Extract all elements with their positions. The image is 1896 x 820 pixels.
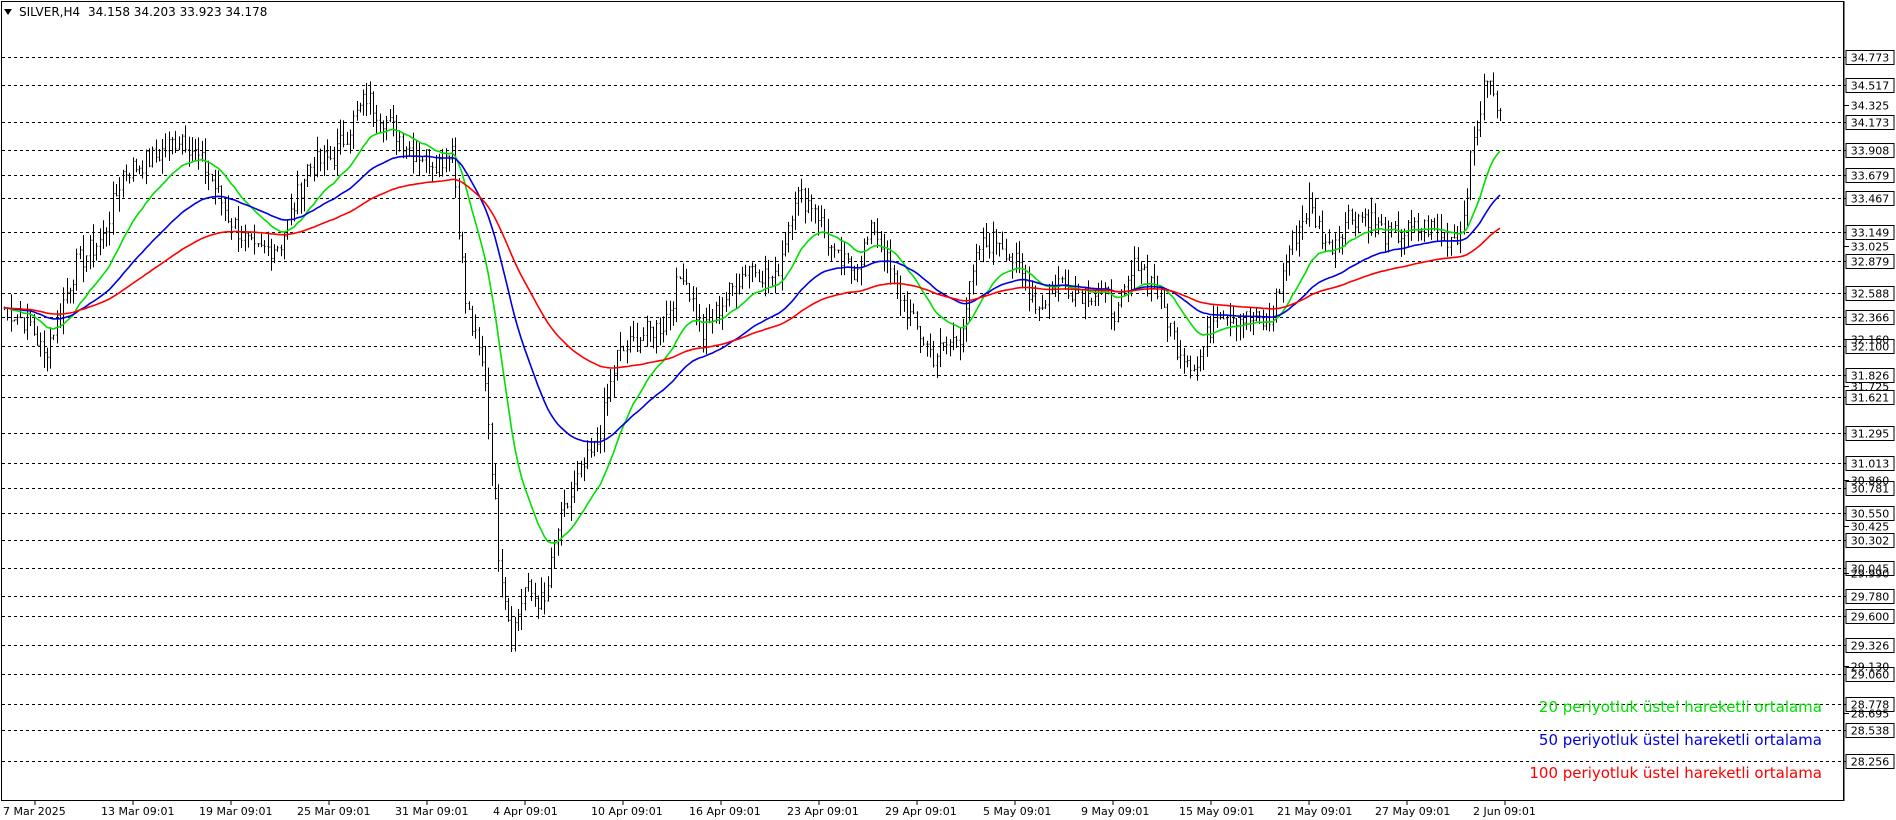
- time-label: 7 Mar 2025: [3, 805, 66, 818]
- time-label: 5 May 09:01: [983, 805, 1051, 818]
- price-scale-label: 32.160: [1851, 334, 1890, 347]
- time-label: 27 May 09:01: [1375, 805, 1450, 818]
- price-scale-label: 29.130: [1851, 661, 1890, 674]
- price-tag-label: 32.366: [1851, 312, 1890, 325]
- price-scale-label: 28.695: [1851, 708, 1890, 721]
- price-tag-label: 32.588: [1851, 288, 1890, 301]
- time-label: 9 May 09:01: [1081, 805, 1149, 818]
- symbol-header: SILVER,H4 34.158 34.203 33.923 34.178: [4, 5, 267, 19]
- legend-ema50: 50 periyotluk üstel hareketli ortalama: [1539, 731, 1822, 749]
- time-label: 10 Apr 09:01: [591, 805, 663, 818]
- price-tag-label: 28.538: [1851, 725, 1890, 738]
- legend-ema20: 20 periyotluk üstel hareketli ortalama: [1539, 698, 1822, 716]
- time-label: 31 Mar 09:01: [395, 805, 468, 818]
- time-label: 23 Apr 09:01: [787, 805, 859, 818]
- price-scale-label: 34.325: [1851, 100, 1890, 113]
- time-label: 4 Apr 09:01: [493, 805, 558, 818]
- price-scale-label: 31.725: [1851, 381, 1890, 394]
- price-tag-label: 30.302: [1851, 535, 1890, 548]
- price-scale-label: 30.425: [1851, 521, 1890, 534]
- price-tag-label: 29.780: [1851, 591, 1890, 604]
- price-tag-label: 34.173: [1851, 117, 1890, 130]
- symbol-ohlc-values: 34.158 34.203 33.923 34.178: [88, 5, 267, 19]
- price-scale-label: 30.860: [1851, 475, 1890, 488]
- time-label: 25 Mar 09:01: [297, 805, 370, 818]
- price-scale-label: 33.025: [1851, 241, 1890, 254]
- price-tag-label: 33.149: [1851, 227, 1890, 240]
- price-tag-label: 29.600: [1851, 611, 1890, 624]
- price-tag-label: 31.295: [1851, 428, 1890, 441]
- price-scale-label: 29.990: [1851, 568, 1890, 581]
- price-tag-label: 32.879: [1851, 256, 1890, 269]
- price-tag-label: 34.773: [1851, 52, 1890, 65]
- price-tag-label: 30.550: [1851, 508, 1890, 521]
- price-tag-label: 29.326: [1851, 640, 1890, 653]
- price-tag-label: 31.013: [1851, 458, 1890, 471]
- price-chart[interactable]: 34.773 34.517 34.173 33.908 33.679 33.467 33.1…: [0, 0, 1896, 820]
- time-label: 13 Mar 09:01: [101, 805, 174, 818]
- time-label: 2 Jun 09:01: [1473, 805, 1536, 818]
- time-label: 29 Apr 09:01: [885, 805, 957, 818]
- price-tag-label: 34.517: [1851, 80, 1890, 93]
- price-tag-label: 33.679: [1851, 170, 1890, 183]
- time-label: 16 Apr 09:01: [689, 805, 761, 818]
- legend-ema100: 100 periyotluk üstel hareketli ortalama: [1529, 764, 1822, 782]
- price-tag-label: 33.908: [1851, 145, 1890, 158]
- time-label: 15 May 09:01: [1179, 805, 1254, 818]
- price-tag-label: 33.467: [1851, 193, 1890, 206]
- price-tag-label: 28.256: [1851, 756, 1890, 769]
- time-label: 19 Mar 09:01: [199, 805, 272, 818]
- time-label: 21 May 09:01: [1277, 805, 1352, 818]
- symbol-name: SILVER,H4: [19, 5, 80, 19]
- legend: 20 periyotluk üstel hareketli ortalama 5…: [1529, 698, 1822, 782]
